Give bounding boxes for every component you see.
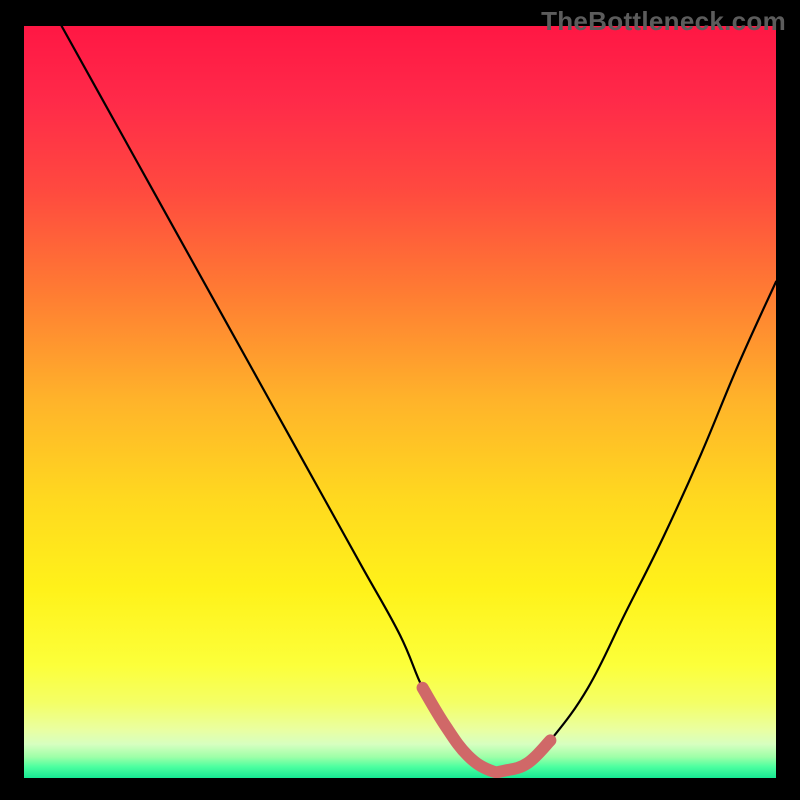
chart-container xyxy=(24,26,776,778)
watermark-text: TheBottleneck.com xyxy=(541,6,786,37)
gradient-background xyxy=(24,26,776,778)
bottleneck-curve-chart xyxy=(24,26,776,778)
